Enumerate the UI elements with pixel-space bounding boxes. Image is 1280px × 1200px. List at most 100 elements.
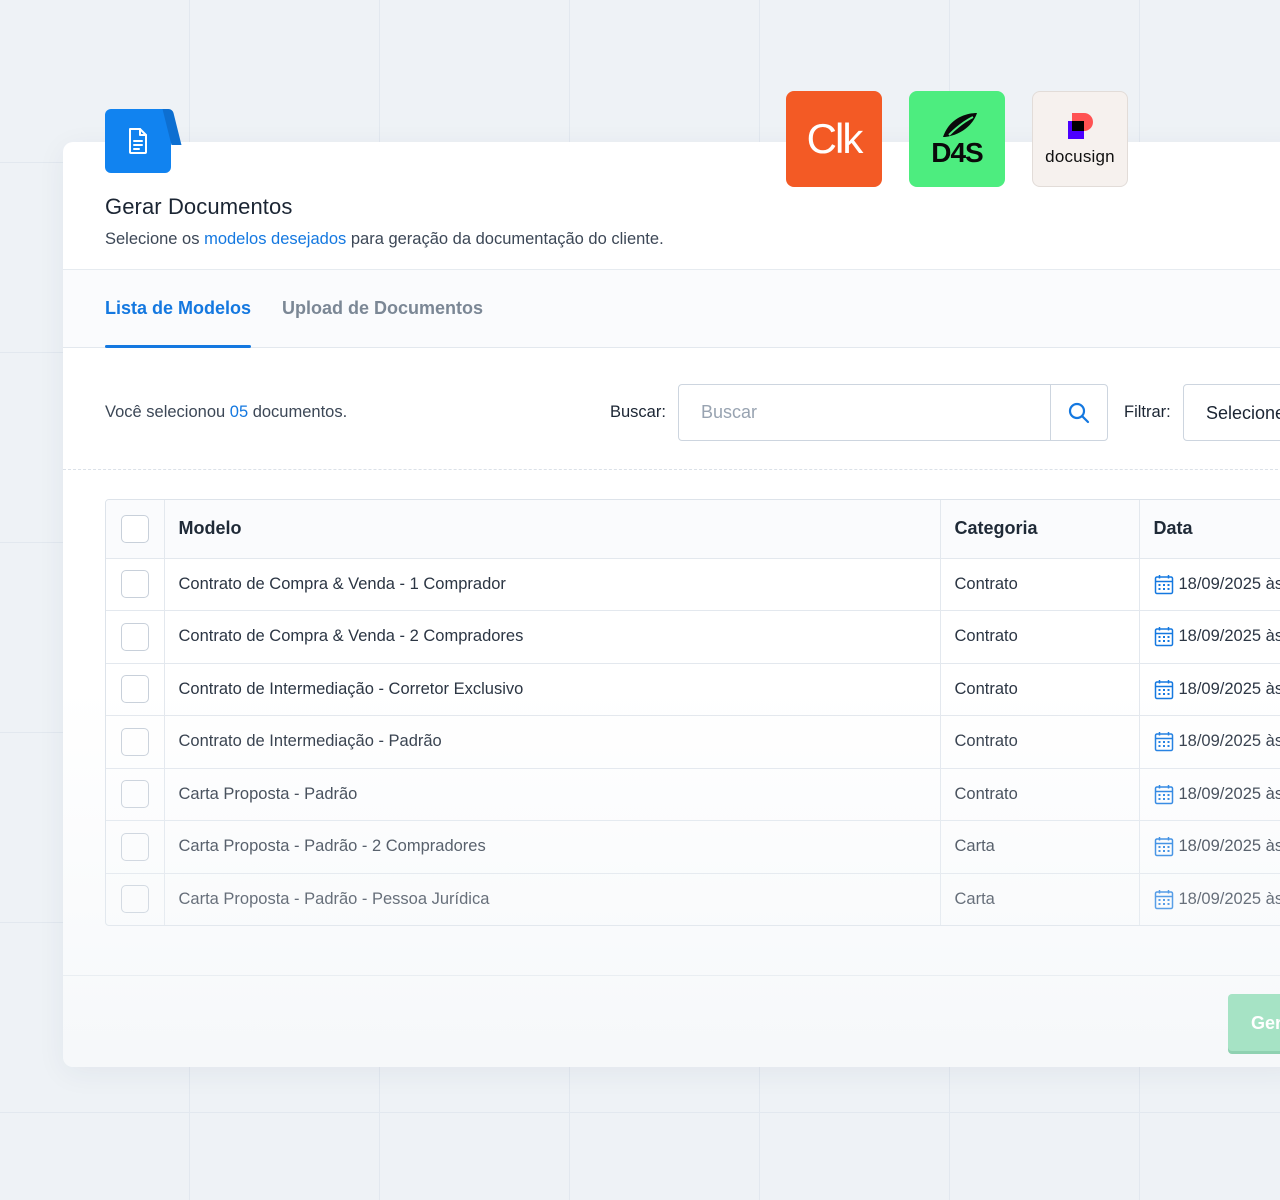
cell-data: 18/09/2025 às 16:15 xyxy=(1139,663,1280,716)
calendar-icon xyxy=(1154,837,1173,857)
row-checkbox-cell xyxy=(106,610,165,664)
date-text: 18/09/2025 às 16:15 xyxy=(1178,784,1280,803)
document-icon xyxy=(129,128,147,154)
selection-count: Você selecionou 05 documentos. xyxy=(105,403,347,422)
search-icon xyxy=(1068,402,1090,423)
cell-data: 18/09/2025 às 16:15 xyxy=(1139,558,1280,611)
table-row[interactable]: Contrato de Compra & Venda - 2 Comprador… xyxy=(106,610,1280,664)
generate-button[interactable]: Gerar xyxy=(1228,994,1280,1051)
cell-modelo: Contrato de Compra & Venda - 2 Comprador… xyxy=(164,610,941,664)
row-checkbox-cell xyxy=(106,715,165,769)
selection-number: 05 xyxy=(229,403,249,421)
document-badge xyxy=(105,109,171,173)
cell-categoria: Contrato xyxy=(940,558,1140,611)
selection-prefix: Você selecionou xyxy=(105,403,230,421)
calendar-icon xyxy=(1154,574,1173,594)
tab-lista-de-modelos[interactable]: Lista de Modelos xyxy=(105,298,252,348)
row-checkbox[interactable] xyxy=(120,727,149,756)
toolbar-divider xyxy=(63,469,1280,470)
table-row[interactable]: Carta Proposta - Padrão - Pessoa Jurídic… xyxy=(106,873,1280,925)
cell-modelo: Carta Proposta - Padrão - Pessoa Jurídic… xyxy=(164,873,941,925)
search-input[interactable] xyxy=(679,385,1049,440)
cell-data: 18/09/2025 às 16:15 xyxy=(1139,820,1280,874)
calendar-icon xyxy=(1154,889,1173,909)
filter-label: Filtrar: xyxy=(1124,403,1171,421)
calendar-icon xyxy=(1154,679,1173,699)
clk-logo-text: Clk xyxy=(806,115,864,162)
column-header-categoria[interactable]: Categoria xyxy=(940,500,1140,559)
row-checkbox[interactable] xyxy=(120,675,149,704)
search-button[interactable] xyxy=(1050,385,1107,440)
date-text: 18/09/2025 às 16:15 xyxy=(1178,732,1280,751)
table-row[interactable]: Contrato de Intermediação - Corretor Exc… xyxy=(106,663,1280,716)
row-checkbox[interactable] xyxy=(120,780,149,809)
docusign-logo-text: docusign xyxy=(1045,147,1115,166)
cell-categoria: Contrato xyxy=(940,663,1140,716)
row-checkbox-cell xyxy=(106,820,165,874)
date-text: 18/09/2025 às 16:15 xyxy=(1178,574,1280,593)
cell-modelo: Carta Proposta - Padrão xyxy=(164,768,941,821)
d4s-logo-text: D4S xyxy=(931,137,983,168)
cell-modelo: Contrato de Intermediação - Corretor Exc… xyxy=(164,663,941,716)
filter-select[interactable]: Selecione xyxy=(1183,384,1280,441)
calendar-icon xyxy=(1154,732,1173,752)
row-checkbox-cell xyxy=(106,873,165,925)
row-checkbox-cell xyxy=(106,768,165,821)
tab-bar: Lista de Modelos Upload de Documentos xyxy=(63,270,1280,348)
toolbar: Você selecionou 05 documentos. Buscar: F… xyxy=(63,384,1280,442)
active-tab-indicator xyxy=(105,345,252,348)
clicksign-logo[interactable]: Clk xyxy=(786,91,882,187)
cell-data: 18/09/2025 às 16:15 xyxy=(1139,715,1280,769)
cell-categoria: Contrato xyxy=(940,715,1140,769)
subtitle-highlight: modelos desejados xyxy=(204,230,347,248)
cell-categoria: Carta xyxy=(940,820,1140,874)
subtitle-prefix: Selecione os xyxy=(105,230,205,248)
footer-divider xyxy=(63,975,1280,976)
tab-upload-de-documentos[interactable]: Upload de Documentos xyxy=(282,298,483,319)
table-row[interactable]: Carta Proposta - Padrão Contrato 18/09/2… xyxy=(106,768,1280,821)
date-text: 18/09/2025 às 16:15 xyxy=(1178,679,1280,698)
cell-categoria: Contrato xyxy=(940,768,1140,821)
calendar-icon xyxy=(1154,627,1173,647)
row-checkbox[interactable] xyxy=(120,622,149,651)
date-text: 18/09/2025 às 16:15 xyxy=(1178,837,1280,856)
table-row[interactable]: Contrato de Intermediação - Padrão Contr… xyxy=(106,715,1280,769)
search-box xyxy=(678,384,1108,441)
cell-categoria: Carta xyxy=(940,873,1140,925)
column-header-data[interactable]: Data xyxy=(1139,500,1280,559)
tab-label: Lista de Modelos xyxy=(105,298,252,318)
cell-data: 18/09/2025 às 16:15 xyxy=(1139,610,1280,664)
generate-documents-panel: Gerar Documentos Selecione os modelos de… xyxy=(63,142,1280,1067)
d4sign-logo[interactable]: D4S xyxy=(909,91,1005,187)
selection-suffix: documentos. xyxy=(248,403,348,421)
table-header-row: Modelo Categoria Data xyxy=(106,500,1280,559)
subtitle-suffix: para geração da documentação do cliente. xyxy=(346,230,664,248)
cell-modelo: Carta Proposta - Padrão - 2 Compradores xyxy=(164,820,941,874)
select-all-cell xyxy=(106,500,165,559)
panel-header: Gerar Documentos Selecione os modelos de… xyxy=(105,194,664,249)
search-label: Buscar: xyxy=(610,403,666,421)
models-table: Modelo Categoria Data Contrato de Compra… xyxy=(105,499,1280,926)
row-checkbox[interactable] xyxy=(120,570,149,599)
row-checkbox-cell xyxy=(106,663,165,716)
table-row[interactable]: Contrato de Compra & Venda - 1 Comprador… xyxy=(106,558,1280,611)
column-header-modelo[interactable]: Modelo xyxy=(164,500,941,559)
page-subtitle: Selecione os modelos desejados para gera… xyxy=(105,230,664,249)
cell-modelo: Contrato de Compra & Venda - 1 Comprador xyxy=(164,558,941,611)
docusign-logo[interactable]: docusign xyxy=(1032,91,1128,187)
page-title: Gerar Documentos xyxy=(105,194,293,219)
docusign-mark-icon xyxy=(1068,113,1093,139)
cell-data: 18/09/2025 às 16:15 xyxy=(1139,873,1280,925)
select-all-checkbox[interactable] xyxy=(120,514,149,543)
cell-modelo: Contrato de Intermediação - Padrão xyxy=(164,715,941,769)
calendar-icon xyxy=(1154,784,1173,804)
row-checkbox[interactable] xyxy=(120,885,149,914)
table-row[interactable]: Carta Proposta - Padrão - 2 Compradores … xyxy=(106,820,1280,874)
date-text: 18/09/2025 às 16:15 xyxy=(1178,627,1280,646)
date-text: 18/09/2025 às 16:15 xyxy=(1178,889,1280,908)
tab-label: Upload de Documentos xyxy=(282,298,484,318)
cell-categoria: Contrato xyxy=(940,610,1140,664)
cell-data: 18/09/2025 às 16:15 xyxy=(1139,768,1280,821)
row-checkbox-cell xyxy=(106,558,165,611)
row-checkbox[interactable] xyxy=(120,832,149,861)
